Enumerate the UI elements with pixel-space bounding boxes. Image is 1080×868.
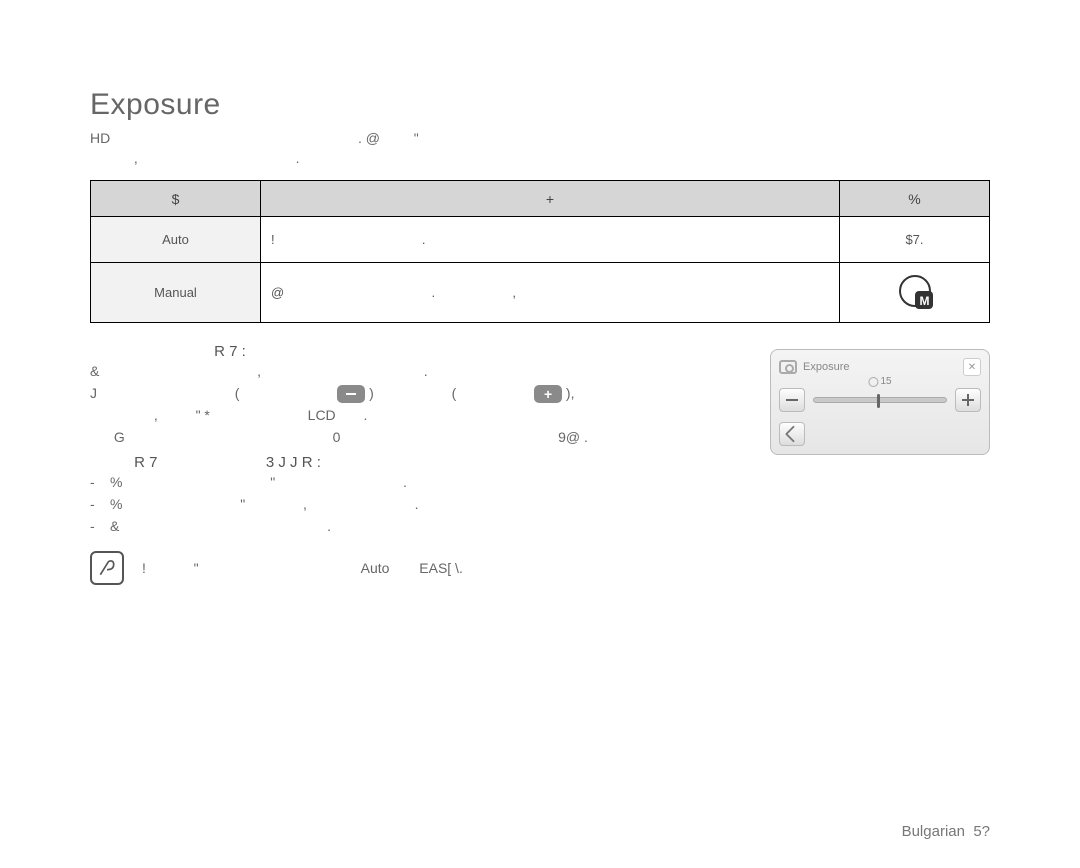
text: " bbox=[240, 496, 245, 512]
th-setting: $ bbox=[91, 181, 261, 217]
manual-section-title: R 7 : bbox=[90, 343, 780, 360]
back-button[interactable] bbox=[779, 422, 805, 446]
panel-title: Exposure bbox=[803, 361, 849, 373]
slider-thumb[interactable] bbox=[877, 394, 880, 408]
exposure-value-badge: 15 bbox=[868, 376, 891, 387]
text: " bbox=[194, 560, 199, 576]
slider-track[interactable] bbox=[813, 397, 947, 403]
text: Auto bbox=[361, 560, 390, 576]
cell-setting-auto: Auto bbox=[91, 217, 261, 263]
recommend-section-title: R 7 3 J J R : bbox=[90, 454, 780, 471]
cell-display-manual bbox=[840, 263, 990, 323]
decrease-button[interactable] bbox=[779, 388, 805, 412]
exposure-panel: Exposure ✕ 15 bbox=[770, 349, 990, 455]
text: " bbox=[414, 130, 419, 146]
manual-mini-icon bbox=[868, 377, 878, 387]
minus-pill-icon bbox=[337, 385, 365, 403]
text: 3 J J R : bbox=[266, 454, 321, 471]
text: . bbox=[422, 232, 426, 247]
table-row: Auto ! . $7. bbox=[91, 217, 990, 263]
text: LCD bbox=[308, 407, 336, 423]
text: . bbox=[424, 363, 428, 379]
manual-mode-icon bbox=[899, 275, 931, 307]
increase-button[interactable] bbox=[955, 388, 981, 412]
text: ( bbox=[452, 385, 457, 401]
manual-section-body: & , . J ( ) ( + ), , " * LCD bbox=[90, 360, 780, 448]
text: . bbox=[403, 474, 407, 490]
cell-desc-auto: ! . bbox=[261, 217, 840, 263]
th-display: % bbox=[840, 181, 990, 217]
text: J bbox=[90, 385, 97, 401]
page-footer: Bulgarian 5? bbox=[902, 823, 990, 840]
table-row: Manual @ . , bbox=[91, 263, 990, 323]
page-heading: Exposure bbox=[90, 88, 990, 122]
text: % bbox=[110, 496, 122, 512]
text: EAS[ \. bbox=[419, 560, 463, 576]
back-arrow-icon bbox=[785, 426, 802, 443]
cell-setting-manual: Manual bbox=[91, 263, 261, 323]
text: , bbox=[134, 150, 138, 166]
exposure-value: 15 bbox=[880, 376, 891, 387]
text: % bbox=[110, 474, 122, 490]
text: " bbox=[270, 474, 275, 490]
text: . bbox=[296, 150, 300, 166]
camera-icon bbox=[779, 360, 797, 374]
text: ! bbox=[271, 232, 275, 247]
text: ), bbox=[566, 385, 575, 401]
close-button[interactable]: ✕ bbox=[963, 358, 981, 376]
text: ) bbox=[369, 385, 374, 401]
text: 0 bbox=[333, 429, 341, 445]
text: R 7 bbox=[134, 454, 157, 471]
text: . bbox=[415, 496, 419, 512]
intro-paragraph: HD . @ " , . bbox=[90, 128, 990, 168]
text: . @ bbox=[358, 130, 380, 146]
text: . bbox=[431, 285, 435, 300]
text: ( bbox=[235, 385, 240, 401]
th-desc: + bbox=[261, 181, 840, 217]
settings-table: $ + % Auto ! . $7. Manual @ . , bbox=[90, 180, 990, 323]
text: , bbox=[154, 407, 158, 423]
text: @ bbox=[271, 285, 284, 300]
text: , bbox=[303, 496, 307, 512]
text: , bbox=[512, 285, 516, 300]
text: , bbox=[257, 363, 261, 379]
text: & bbox=[90, 363, 99, 379]
text: G bbox=[114, 429, 125, 445]
table-header-row: $ + % bbox=[91, 181, 990, 217]
text: . bbox=[363, 407, 367, 423]
cell-desc-manual: @ . , bbox=[261, 263, 840, 323]
plus-pill-icon: + bbox=[534, 385, 562, 403]
note-icon bbox=[90, 551, 124, 585]
text: & bbox=[110, 518, 119, 534]
text: . bbox=[327, 518, 331, 534]
note-row: ! " Auto EAS[ \. bbox=[90, 551, 780, 585]
text: ! bbox=[142, 560, 146, 576]
text: " * bbox=[196, 407, 210, 423]
recommend-bullets: - % " . - % " , . - & bbox=[90, 471, 780, 537]
cell-display-auto: $7. bbox=[840, 217, 990, 263]
exposure-slider[interactable]: 15 bbox=[779, 388, 981, 412]
footer-lang: Bulgarian bbox=[902, 823, 965, 840]
text: 9@ . bbox=[558, 429, 588, 445]
footer-page: 5? bbox=[973, 823, 990, 840]
text: R 7 : bbox=[214, 343, 246, 360]
text: HD bbox=[90, 130, 110, 146]
